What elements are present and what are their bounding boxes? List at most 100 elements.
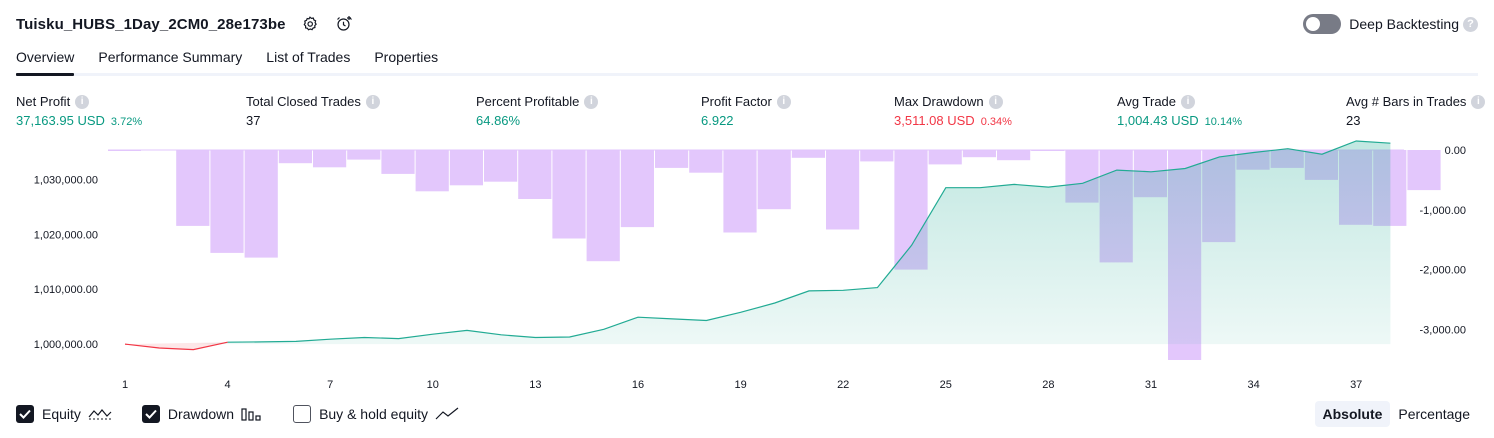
info-icon[interactable]: i <box>988 94 1003 109</box>
x-axis-tick: 22 <box>837 379 849 391</box>
info-icon[interactable]: i <box>776 94 791 109</box>
tab-properties[interactable]: Properties <box>374 44 438 73</box>
left-axis-tick: 1,010,000.00 <box>34 284 98 296</box>
drawdown-bar <box>962 150 996 158</box>
drawdown-bar <box>176 150 210 226</box>
right-axis-tick: 0.00 <box>1445 145 1466 157</box>
buy-hold-checkbox[interactable]: Buy & hold equity <box>293 405 459 423</box>
drawdown-bar <box>757 150 791 210</box>
metric-value: 1,004.43 USD <box>1117 113 1199 128</box>
metric-value: 64.86% <box>476 113 521 128</box>
metric-avg-trade: Avg Trade i 1,004.43 USD 10.14% <box>1117 94 1242 128</box>
drawdown-bar <box>347 150 381 160</box>
metric-label: Avg # Bars in Trades <box>1346 94 1467 109</box>
x-axis-tick: 28 <box>1042 379 1054 391</box>
metrics-row: Net Profit i 37,163.95 USD 3.72% Total Clo… <box>0 94 1494 134</box>
checkbox-unchecked[interactable] <box>293 405 312 423</box>
tab-bar: Overview Performance Summary List of Tra… <box>16 44 1478 76</box>
info-icon[interactable]: i <box>1471 94 1486 109</box>
x-axis-tick: 25 <box>940 379 952 391</box>
drawdown-bar <box>244 150 278 258</box>
tab-list-of-trades[interactable]: List of Trades <box>266 44 350 73</box>
drawdown-bar <box>826 150 860 230</box>
buy-hold-line-icon <box>435 407 459 421</box>
metric-value: 23 <box>1346 113 1361 128</box>
right-axis-tick: -1,000.00 <box>1420 205 1466 217</box>
metric-total-closed-trades: Total Closed Trades i 37 <box>246 94 380 128</box>
x-axis-tick: 19 <box>734 379 746 391</box>
equity-checkbox[interactable]: Equity <box>16 405 112 423</box>
tab-overview[interactable]: Overview <box>16 44 75 76</box>
left-axis-tick: 1,030,000.00 <box>34 174 98 186</box>
x-axis-tick: 16 <box>632 379 644 391</box>
drawdown-bar <box>552 150 586 239</box>
drawdown-bar <box>860 150 894 162</box>
checkbox-checked[interactable] <box>16 405 34 423</box>
absolute-button[interactable]: Absolute <box>1314 401 1391 427</box>
metric-label: Total Closed Trades <box>246 94 361 109</box>
info-icon[interactable]: i <box>1181 94 1196 109</box>
strategy-title: Tuisku_HUBS_1Day_2CM0_28e173be <box>16 15 286 33</box>
equity-drawdown-chart[interactable]: 1,000,000.00 1,010,000.00 1,020,000.00 1,03… <box>0 140 1494 398</box>
equity-label: Equity <box>42 406 81 422</box>
strategy-header: Tuisku_HUBS_1Day_2CM0_28e173be <box>16 12 354 36</box>
value-mode-switch: Absolute Percentage <box>1314 400 1479 428</box>
left-axis-tick: 1,000,000.00 <box>34 339 98 351</box>
metric-max-drawdown: Max Drawdown i 3,511.08 USD 0.34% <box>894 94 1012 128</box>
drawdown-bar <box>381 150 415 174</box>
metric-avg-bars-in-trades: Avg # Bars in Trades i 23 <box>1346 94 1486 128</box>
toggle-knob <box>1306 17 1321 31</box>
percentage-button[interactable]: Percentage <box>1390 401 1478 427</box>
drawdown-label: Drawdown <box>167 406 235 422</box>
drawdown-bar <box>655 150 689 168</box>
metric-label: Profit Factor <box>701 94 772 109</box>
metric-label: Percent Profitable <box>476 94 580 109</box>
drawdown-bar <box>449 150 483 186</box>
drawdown-bar <box>586 150 620 262</box>
metric-sub-value: 10.14% <box>1204 116 1242 128</box>
info-icon[interactable]: i <box>584 94 599 109</box>
drawdown-bars-icon <box>241 407 263 421</box>
x-axis-tick: 37 <box>1350 379 1362 391</box>
metric-value: 37,163.95 USD <box>16 113 105 128</box>
drawdown-bar <box>1407 150 1441 191</box>
gear-icon[interactable] <box>300 14 320 34</box>
drawdown-bar <box>689 150 723 173</box>
deep-backtesting-toggle[interactable] <box>1303 14 1342 34</box>
drawdown-bar <box>1031 150 1065 151</box>
x-axis-tick: 31 <box>1145 379 1157 391</box>
drawdown-bar <box>108 150 141 151</box>
drawdown-bar <box>415 150 449 192</box>
help-icon[interactable]: ? <box>1463 16 1478 32</box>
deep-backtesting-label: Deep Backtesting <box>1349 16 1459 32</box>
right-axis-tick: -3,000.00 <box>1420 324 1466 336</box>
chart-legend: Equity Drawdown Buy & hold equity <box>16 402 489 426</box>
metric-value: 3,511.08 USD <box>894 113 975 128</box>
drawdown-bar <box>997 150 1031 161</box>
drawdown-bar <box>313 150 347 168</box>
metric-label: Max Drawdown <box>894 94 984 109</box>
drawdown-checkbox[interactable]: Drawdown <box>141 405 263 423</box>
metric-value: 6.922 <box>701 113 734 128</box>
drawdown-bar <box>210 150 244 253</box>
x-axis-tick: 1 <box>122 379 128 391</box>
metric-label: Avg Trade <box>1117 94 1177 109</box>
tab-performance-summary[interactable]: Performance Summary <box>98 44 242 73</box>
x-axis-tick: 4 <box>225 379 231 391</box>
metric-label: Net Profit <box>16 94 71 109</box>
info-icon[interactable]: i <box>75 94 90 109</box>
metric-percent-profitable: Percent Profitable i 64.86% <box>476 94 599 128</box>
drawdown-bar <box>723 150 757 233</box>
x-axis-tick: 7 <box>327 379 333 391</box>
metric-sub-value: 3.72% <box>110 116 143 128</box>
drawdown-bar <box>518 150 552 199</box>
info-icon[interactable]: i <box>365 94 380 109</box>
add-alert-icon[interactable] <box>334 14 354 34</box>
drawdown-bar <box>791 150 825 158</box>
x-axis-tick: 13 <box>529 379 541 391</box>
right-axis-tick: -2,000.00 <box>1420 265 1466 277</box>
checkbox-checked[interactable] <box>141 405 160 423</box>
deep-backtesting: Deep Backtesting ? <box>1303 12 1478 36</box>
metric-value: 37 <box>246 113 261 128</box>
left-axis-tick: 1,020,000.00 <box>34 229 98 241</box>
